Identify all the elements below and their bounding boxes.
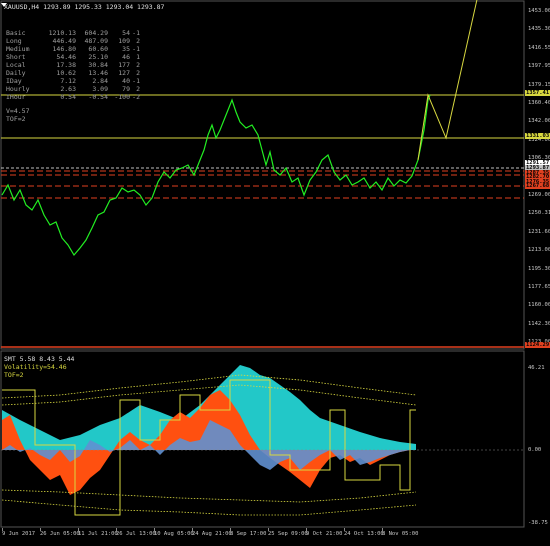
stats-cell: 13.46	[88, 69, 108, 77]
indicator-tick-label: -38.75	[528, 520, 548, 526]
stats-cell: 1210.13	[48, 29, 76, 37]
stats-row: Local 17.38 30.84 177 2	[6, 61, 140, 69]
time-tick-label: 24 Aug 21:00	[192, 531, 232, 537]
stats-cell: 60.60	[88, 45, 108, 53]
time-tick-label: 9 Oct 21:00	[306, 531, 343, 537]
stats-cell: 446.49	[52, 37, 76, 45]
time-tick-label: 8 Nov 05:00	[382, 531, 419, 537]
stats-cell: 2	[136, 61, 140, 69]
price-tag: 1331.03	[525, 133, 550, 139]
time-tick-mark	[344, 528, 345, 531]
stats-cell: -1	[132, 77, 140, 85]
stats-cell: 0.54	[60, 93, 76, 101]
time-tick-mark	[306, 528, 307, 531]
stats-cell: Local	[6, 61, 26, 69]
time-tick-label: 11 Jul 21:00	[78, 531, 118, 537]
stats-cell: 2	[136, 37, 140, 45]
time-tick-mark	[382, 528, 383, 531]
time-tick-mark	[230, 528, 231, 531]
stats-row: Medium 146.80 60.60 35 -1	[6, 45, 140, 53]
time-tick-mark	[154, 528, 155, 531]
time-tick-mark	[2, 528, 3, 531]
time-tick-mark	[268, 528, 269, 531]
price-tag: 1357.41	[525, 90, 550, 96]
stats-cell: 30.84	[88, 61, 108, 69]
indicator-axis[interactable]: 46.21 0.00 -38.75	[526, 351, 550, 527]
time-axis[interactable]: 9 Jun 2017 26 Jun 05:00 11 Jul 21:00 26 Jul…	[0, 528, 525, 542]
time-tick-label: 25 Sep 09:00	[268, 531, 308, 537]
stats-cell: 146.80	[52, 45, 76, 53]
stats-row: Long 446.49 487.09 109 2	[6, 37, 140, 45]
stats-table: Basic 1210.13 604.29 54 -1 Long 446.49 487.09 10…	[6, 29, 140, 101]
stats-cell: -1	[132, 29, 140, 37]
stats-cell: -1	[132, 45, 140, 53]
stats-cell: 487.09	[84, 37, 108, 45]
trading-chart-window: XAUUSD,H4 1293.89 1295.33 1293.04 1293.8…	[0, 0, 550, 542]
v-readout: V=4.57	[6, 107, 30, 115]
time-tick-label: 8 Sep 17:00	[230, 531, 267, 537]
time-tick-label: 26 Jul 13:00	[116, 531, 156, 537]
stats-row: Basic 1210.13 604.29 54 -1	[6, 29, 140, 37]
stats-cell: 2.63	[60, 85, 76, 93]
stats-cell: 177	[118, 61, 130, 69]
stats-cell: Basic	[6, 29, 26, 37]
stats-cell: 54.46	[56, 53, 76, 61]
indicator-tick-label: 46.21	[528, 365, 545, 371]
stats-cell: 3.09	[92, 85, 108, 93]
stats-cell: 35	[122, 45, 130, 53]
stats-row: IHour 0.54 -0.54 -100 -2	[6, 93, 140, 101]
time-tick-mark	[116, 528, 117, 531]
stats-cell: 54	[122, 29, 130, 37]
tof-readout: TOF=2	[6, 115, 26, 123]
stats-cell: -0.54	[88, 93, 108, 101]
stats-cell: 17.38	[56, 61, 76, 69]
stats-cell: 40	[122, 77, 130, 85]
indicator-title: SMT 5.58 8.43 5.44	[4, 355, 75, 363]
stats-cell: IHour	[6, 93, 26, 101]
indicator-tick-label: 0.00	[528, 447, 542, 453]
time-tick-label: 10 Aug 05:00	[154, 531, 194, 537]
stats-cell: 604.29	[84, 29, 108, 37]
stats-cell: 25.10	[88, 53, 108, 61]
stats-cell: 2	[136, 85, 140, 93]
time-tick-mark	[192, 528, 193, 531]
stats-cell: Medium	[6, 45, 30, 53]
stats-row: Daily 10.62 13.46 127 2	[6, 69, 140, 77]
stats-row: Hourly 2.63 3.09 79 2	[6, 85, 140, 93]
indicator-volatility: Volatility=54.46	[4, 363, 67, 371]
price-tag: 1124.29	[525, 342, 550, 348]
stats-cell: Long	[6, 37, 22, 45]
stats-cell: -2	[132, 93, 140, 101]
stats-row: IDay 7.12 2.84 40 -1	[6, 77, 140, 85]
indicator-tof: TOF=2	[4, 371, 24, 379]
stats-cell: 127	[118, 69, 130, 77]
stats-cell: IDay	[6, 77, 22, 85]
stats-cell: 7.12	[60, 77, 76, 85]
stats-cell: Hourly	[6, 85, 30, 93]
price-tags: 1357.41 1331.03 1291.57 1293.87 1287.35 1282.…	[525, 0, 550, 350]
stats-cell: 2	[136, 69, 140, 77]
time-tick-label: 9 Jun 2017	[2, 531, 36, 537]
time-tick-mark	[78, 528, 79, 531]
chart-title: XAUUSD,H4 1293.89 1295.33 1293.04 1293.8…	[4, 3, 165, 11]
stats-cell: 1	[136, 53, 140, 61]
time-tick-label: 26 Jun 05:00	[40, 531, 80, 537]
stats-cell: 2.84	[92, 77, 108, 85]
stats-cell: Short	[6, 53, 26, 61]
stats-cell: 79	[122, 85, 130, 93]
stats-row: Short 54.46 25.10 46 1	[6, 53, 140, 61]
time-tick-mark	[40, 528, 41, 531]
stats-cell: -100	[114, 93, 130, 101]
time-tick-label: 24 Oct 13:00	[344, 531, 384, 537]
stats-cell: 46	[122, 53, 130, 61]
chart-dropdown-icon[interactable]	[1, 3, 7, 7]
price-tag: 1267.68	[525, 183, 550, 189]
stats-cell: Daily	[6, 69, 26, 77]
stats-cell: 109	[118, 37, 130, 45]
stats-cell: 10.62	[56, 69, 76, 77]
